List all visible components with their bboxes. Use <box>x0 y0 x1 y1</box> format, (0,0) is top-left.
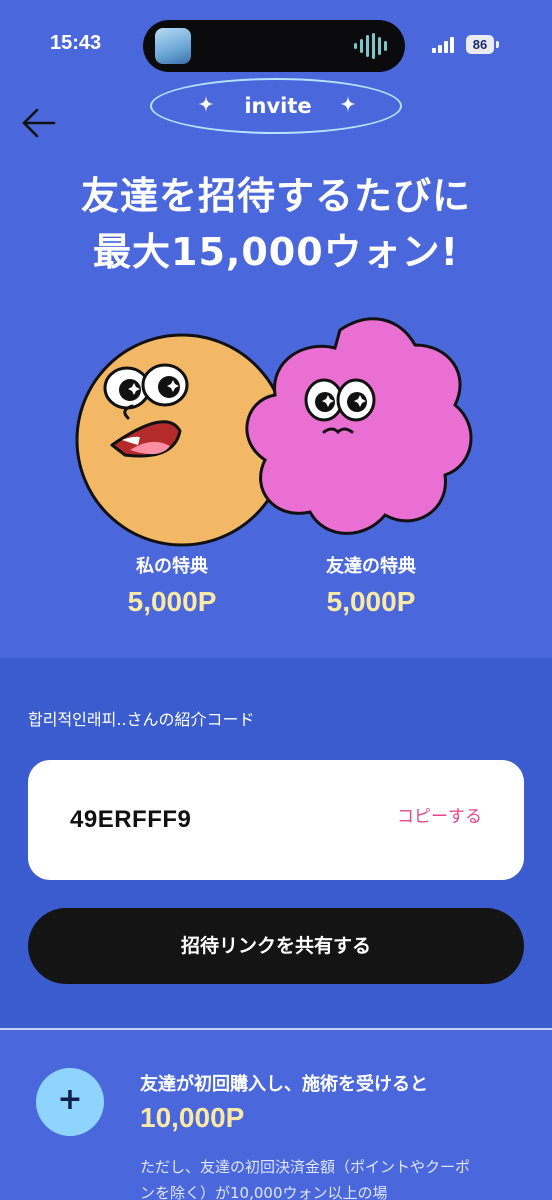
share-invite-link-button[interactable]: 招待リンクを共有する <box>28 908 524 984</box>
battery-tip <box>496 41 499 48</box>
status-bar: 15:43 86 <box>0 0 552 90</box>
copy-code-button[interactable]: コピーする <box>397 760 482 874</box>
audio-wave-icon <box>354 33 387 59</box>
purchase-reward-info: + 友達が初回購入し、施術を受けると 10,000P ただし、友達の初回決済金額… <box>0 1030 552 1200</box>
referral-code-value: 49ERFFF9 <box>70 806 192 833</box>
battery-indicator: 86 <box>466 35 494 54</box>
my-benefit: 私の特典 5,000P <box>102 552 242 618</box>
referral-code-box: 49ERFFF9 コピーする <box>28 760 524 880</box>
page-headline: 友達を招待するたびに 最大15,000ウォン! <box>0 168 552 280</box>
characters-illustration <box>75 317 473 547</box>
headline-line-1: 友達を招待するたびに <box>80 174 471 218</box>
friend-benefit-value: 5,000P <box>326 586 416 617</box>
cellular-signal-icon <box>432 37 454 53</box>
invite-badge-label: invite <box>244 94 312 118</box>
pink-character <box>245 317 473 535</box>
arrow-left-icon <box>22 108 56 138</box>
referral-code-caption: 합리적인래피..さんの紹介コード <box>28 710 255 729</box>
sparkle-icon <box>340 96 356 112</box>
dynamic-island <box>143 20 405 72</box>
headline-line-2: 最大15,000ウォン! <box>93 230 459 274</box>
reward-title: 友達が初回購入し、施術を受けると <box>140 1074 428 1095</box>
back-button[interactable] <box>20 105 60 141</box>
friend-benefit: 友達の特典 5,000P <box>296 552 446 618</box>
now-playing-thumbnail <box>155 28 191 64</box>
reward-note: ただし、友達の初回決済金額（ポイントやクーポンを除く）が10,000ウォン以上の… <box>140 1158 471 1200</box>
friend-benefit-label: 友達の特典 <box>326 556 416 577</box>
my-benefit-label: 私の特典 <box>136 556 208 577</box>
reward-amount: 10,000P <box>140 1102 245 1133</box>
referral-code-section: 합리적인래피..さんの紹介コード 49ERFFF9 コピーする 招待リンクを共有… <box>0 658 552 1030</box>
plus-icon[interactable]: + <box>36 1068 104 1136</box>
status-time: 15:43 <box>50 32 102 54</box>
my-benefit-value: 5,000P <box>127 586 217 617</box>
invite-badge: invite <box>150 78 402 134</box>
